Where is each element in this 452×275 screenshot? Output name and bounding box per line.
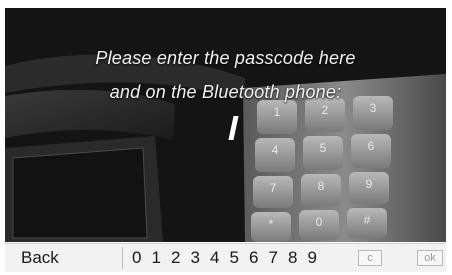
digit-3-button[interactable]: 3	[186, 248, 206, 268]
key-star-label: *	[269, 217, 274, 231]
ok-button[interactable]: ok	[417, 250, 443, 266]
back-button[interactable]: Back	[5, 244, 121, 272]
display-frame: 1 2 3 4 5 6 7 8 9 * 0 # Please enter the…	[0, 0, 452, 275]
key-3-label: 3	[370, 101, 377, 115]
key-8-label: 8	[318, 179, 325, 193]
key-2-label: 2	[322, 103, 329, 117]
digit-5-button[interactable]: 5	[225, 248, 245, 268]
dashboard-screen-outline	[12, 147, 148, 239]
digit-1-button[interactable]: 1	[147, 248, 167, 268]
prompt-line-1: Please enter the passcode here	[95, 48, 356, 68]
dashboard-phone-illustration: 1 2 3 4 5 6 7 8 9 * 0 #	[5, 54, 446, 242]
digit-9-button[interactable]: 9	[303, 248, 323, 268]
digit-7-button[interactable]: 7	[264, 248, 284, 268]
digit-selector: 0 1 2 3 4 5 6 7 8 9	[127, 244, 322, 272]
key-6-label: 6	[368, 139, 375, 153]
key-9-label: 9	[366, 177, 373, 191]
key-5-label: 5	[320, 141, 327, 155]
key-hash-label: #	[364, 213, 371, 227]
passcode-screen: 1 2 3 4 5 6 7 8 9 * 0 # Please enter the…	[5, 8, 446, 242]
digit-0-button[interactable]: 0	[127, 248, 147, 268]
divider	[122, 247, 123, 269]
digit-8-button[interactable]: 8	[283, 248, 303, 268]
digit-2-button[interactable]: 2	[166, 248, 186, 268]
digit-6-button[interactable]: 6	[244, 248, 264, 268]
prompt-line-2: and on the Bluetooth phone:	[109, 82, 342, 102]
clear-button[interactable]: c	[358, 250, 382, 266]
digit-4-button[interactable]: 4	[205, 248, 225, 268]
key-7-label: 7	[270, 181, 277, 195]
key-0-label: 0	[316, 215, 323, 229]
key-1-label: 1	[274, 105, 281, 119]
input-bar: Back 0 1 2 3 4 5 6 7 8 9 c ok	[5, 243, 446, 272]
key-4-label: 4	[272, 143, 279, 157]
